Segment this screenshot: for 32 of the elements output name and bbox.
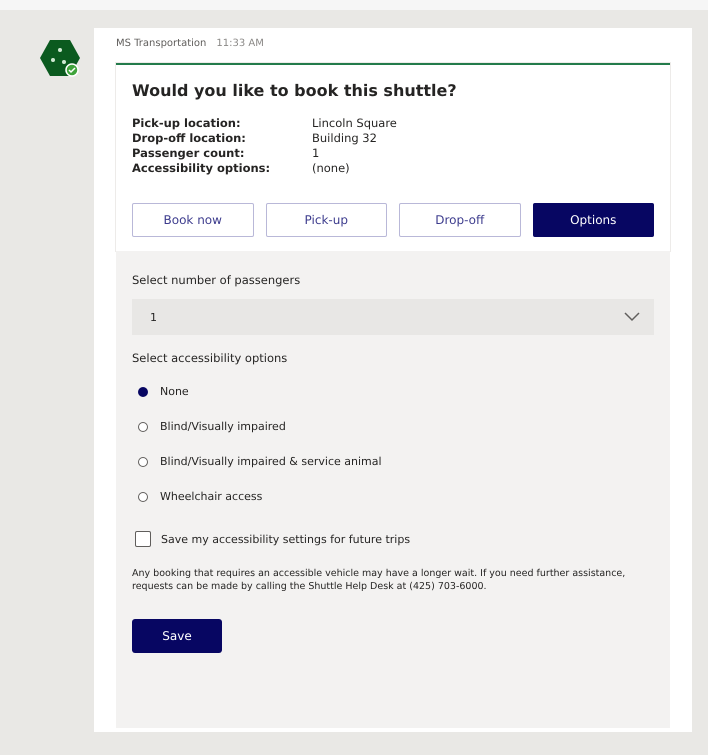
radio-button[interactable] [138, 386, 148, 396]
sender-name: MS Transportation [116, 38, 206, 49]
fact-label: Passenger count: [132, 146, 246, 160]
radio-button[interactable] [138, 456, 148, 466]
passenger-dropdown[interactable]: 1 [132, 299, 654, 335]
fact-label: Drop-off location: [132, 131, 247, 145]
bot-avatar-icon [40, 38, 80, 78]
radio-button[interactable] [138, 422, 148, 432]
info-text: Any booking that requires an accessible vehicle may have a longer wait. If you need further assistance, requests can be made by calling the Shuttle Help Desk at (425) 703-6000. [132, 567, 626, 593]
fact-label: Accessibility options: [132, 161, 272, 175]
card-title: Would you like to book this shuttle? [132, 81, 458, 100]
save-button[interactable]: Save [132, 619, 222, 653]
chevron-down-icon [624, 312, 640, 322]
fact-label: Pick-up location: [132, 116, 242, 130]
radio-button[interactable] [138, 492, 148, 502]
fact-value: Lincoln Square [312, 116, 398, 130]
action-button[interactable]: Book now [132, 203, 254, 237]
radio-label: Blind/Visually impaired & service animal [160, 455, 382, 468]
fact-value: Building 32 [312, 131, 378, 145]
message-time: 11:33 AM [216, 38, 264, 49]
action-button[interactable]: Drop-off [399, 203, 520, 237]
radio-label: Wheelchair access [160, 490, 262, 503]
field-label: Select number of passengers [132, 273, 302, 287]
action-button[interactable]: Options [532, 203, 654, 237]
checkbox-label: Save my accessibility settings for future trips [161, 532, 410, 546]
field-label: Select accessibility options [132, 351, 288, 365]
action-button[interactable]: Pick-up [266, 203, 387, 237]
radio-label: Blind/Visually impaired [160, 420, 286, 433]
checkbox[interactable] [135, 531, 151, 547]
fact-value: (none) [312, 161, 351, 175]
radio-label: None [160, 385, 189, 398]
fact-value: 1 [312, 146, 320, 160]
